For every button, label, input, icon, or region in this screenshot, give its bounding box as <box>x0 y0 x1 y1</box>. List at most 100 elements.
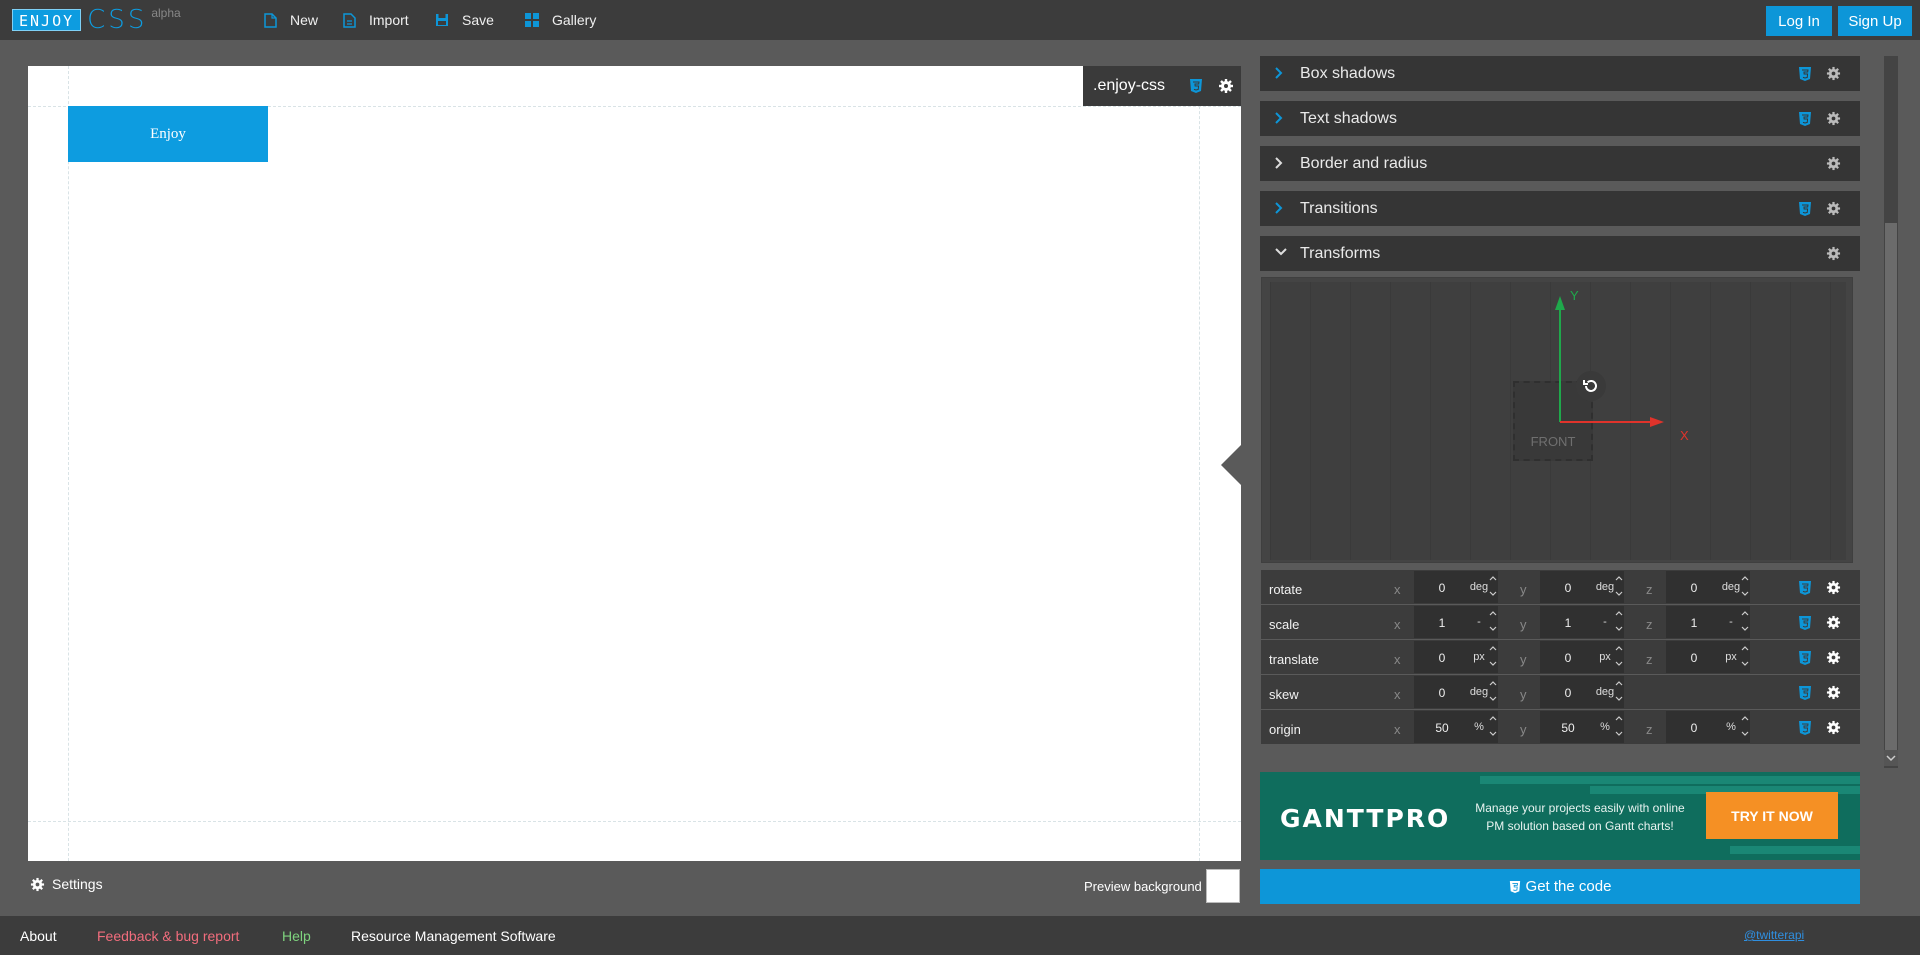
stepper[interactable] <box>1740 607 1750 635</box>
axis-letter-x: x <box>1394 687 1401 702</box>
css3-icon[interactable] <box>1798 650 1812 666</box>
translate-x-input[interactable]: 0 px <box>1414 641 1498 673</box>
axis-letter-x: x <box>1394 722 1401 737</box>
section-box-shadows[interactable]: Box shadows <box>1260 56 1860 91</box>
feedback-link[interactable]: Feedback & bug report <box>97 928 239 944</box>
ad-stripe <box>1480 776 1860 784</box>
origin-x-input[interactable]: 50% <box>1414 711 1498 743</box>
section-transforms[interactable]: Transforms <box>1260 236 1860 271</box>
gear-icon[interactable] <box>1826 580 1841 595</box>
gear-icon[interactable] <box>1826 156 1841 171</box>
preview-background-swatch[interactable] <box>1206 869 1240 903</box>
axis-letter-y: y <box>1520 687 1527 702</box>
section-transitions[interactable]: Transitions <box>1260 191 1860 226</box>
section-title: Transforms <box>1300 245 1381 262</box>
css3-icon[interactable] <box>1798 720 1812 736</box>
rotate-y-input[interactable]: 0 deg <box>1540 571 1624 603</box>
section-title: Border and radius <box>1300 155 1428 172</box>
scale-z-input[interactable]: 1- <box>1666 606 1750 638</box>
stepper[interactable] <box>1740 712 1750 740</box>
stepper[interactable] <box>1614 677 1624 705</box>
logo-enjoy: ENJOY <box>12 9 82 31</box>
transform-stage[interactable]: FRONT Y X <box>1261 277 1853 563</box>
preview-canvas[interactable]: Enjoy .enjoy-css <box>28 66 1241 861</box>
transform-row-skew: skew x 0 deg y 0 deg <box>1261 675 1860 709</box>
grid-icon <box>525 13 539 27</box>
gear-icon[interactable] <box>1218 78 1234 94</box>
value: 0 <box>1564 686 1572 700</box>
axis-letter-z: z <box>1646 652 1653 667</box>
stepper[interactable] <box>1488 572 1498 600</box>
gear-icon[interactable] <box>1826 720 1841 735</box>
twitter-link[interactable]: @twitterapi <box>1744 928 1804 942</box>
app-logo[interactable]: ENJOY CSS alpha <box>12 6 181 33</box>
panel-scrollbar[interactable] <box>1884 56 1898 768</box>
stepper[interactable] <box>1488 607 1498 635</box>
rotate-reset-handle[interactable] <box>1576 371 1606 401</box>
help-link[interactable]: Help <box>282 928 311 944</box>
row-label: scale <box>1269 617 1300 632</box>
stepper[interactable] <box>1614 607 1624 635</box>
css3-icon[interactable] <box>1798 685 1812 701</box>
origin-y-input[interactable]: 50% <box>1540 711 1624 743</box>
ganttpro-ad-banner[interactable]: GANTTPRO Manage your projects easily wit… <box>1260 772 1860 860</box>
rotate-z-input[interactable]: 0 deg <box>1666 571 1750 603</box>
axis-letter-y: y <box>1520 652 1527 667</box>
guide-line-left <box>68 66 69 861</box>
skew-y-input[interactable]: 0 deg <box>1540 676 1624 708</box>
gear-icon[interactable] <box>1826 615 1841 630</box>
import-label: Import <box>369 12 409 28</box>
value: 0 <box>1690 721 1698 735</box>
scale-x-input[interactable]: 1- <box>1414 606 1498 638</box>
css3-icon[interactable] <box>1798 580 1812 596</box>
signup-button[interactable]: Sign Up <box>1838 6 1912 36</box>
new-button[interactable]: New <box>264 0 318 40</box>
resource-management-link[interactable]: Resource Management Software <box>351 928 556 944</box>
stepper[interactable] <box>1614 572 1624 600</box>
origin-z-input[interactable]: 0% <box>1666 711 1750 743</box>
rotate-icon <box>1582 377 1600 395</box>
settings-button[interactable]: Settings <box>30 876 103 892</box>
gear-icon[interactable] <box>1826 685 1841 700</box>
stepper[interactable] <box>1488 677 1498 705</box>
import-button[interactable]: Import <box>343 0 409 40</box>
stepper[interactable] <box>1614 642 1624 670</box>
gear-icon[interactable] <box>1826 111 1841 126</box>
css3-icon[interactable] <box>1798 615 1812 631</box>
file-icon <box>264 12 277 28</box>
gear-icon[interactable] <box>1826 66 1841 81</box>
gear-icon[interactable] <box>1826 246 1841 261</box>
section-text-shadows[interactable]: Text shadows <box>1260 101 1860 136</box>
rotate-x-input[interactable]: 0 deg <box>1414 571 1498 603</box>
try-it-now-button[interactable]: TRY IT NOW <box>1706 792 1838 839</box>
scrollbar-thumb[interactable] <box>1885 223 1897 753</box>
css3-icon[interactable] <box>1798 201 1812 217</box>
row-label: skew <box>1269 687 1299 702</box>
value: 0 <box>1438 686 1446 700</box>
gallery-button[interactable]: Gallery <box>525 0 596 40</box>
scroll-down-arrow[interactable] <box>1884 750 1898 766</box>
stepper[interactable] <box>1740 642 1750 670</box>
stepper[interactable] <box>1614 712 1624 740</box>
translate-z-input[interactable]: 0 px <box>1666 641 1750 673</box>
section-border-and-radius[interactable]: Border and radius <box>1260 146 1860 181</box>
chevron-down-icon <box>1274 247 1288 257</box>
preview-element[interactable]: Enjoy <box>68 106 268 162</box>
gear-icon[interactable] <box>1826 650 1841 665</box>
about-link[interactable]: About <box>20 928 57 944</box>
save-button[interactable]: Save <box>435 0 494 40</box>
css3-icon[interactable] <box>1189 78 1203 94</box>
css3-icon[interactable] <box>1798 66 1812 82</box>
translate-y-input[interactable]: 0 px <box>1540 641 1624 673</box>
get-code-button[interactable]: Get the code <box>1260 869 1860 904</box>
axis-letter-z: z <box>1646 582 1653 597</box>
skew-x-input[interactable]: 0 deg <box>1414 676 1498 708</box>
footer: About Feedback & bug report Help Resourc… <box>0 916 1920 955</box>
scale-y-input[interactable]: 1- <box>1540 606 1624 638</box>
css3-icon[interactable] <box>1798 111 1812 127</box>
stepper[interactable] <box>1488 712 1498 740</box>
stepper[interactable] <box>1740 572 1750 600</box>
stepper[interactable] <box>1488 642 1498 670</box>
login-button[interactable]: Log In <box>1766 6 1832 36</box>
gear-icon[interactable] <box>1826 201 1841 216</box>
